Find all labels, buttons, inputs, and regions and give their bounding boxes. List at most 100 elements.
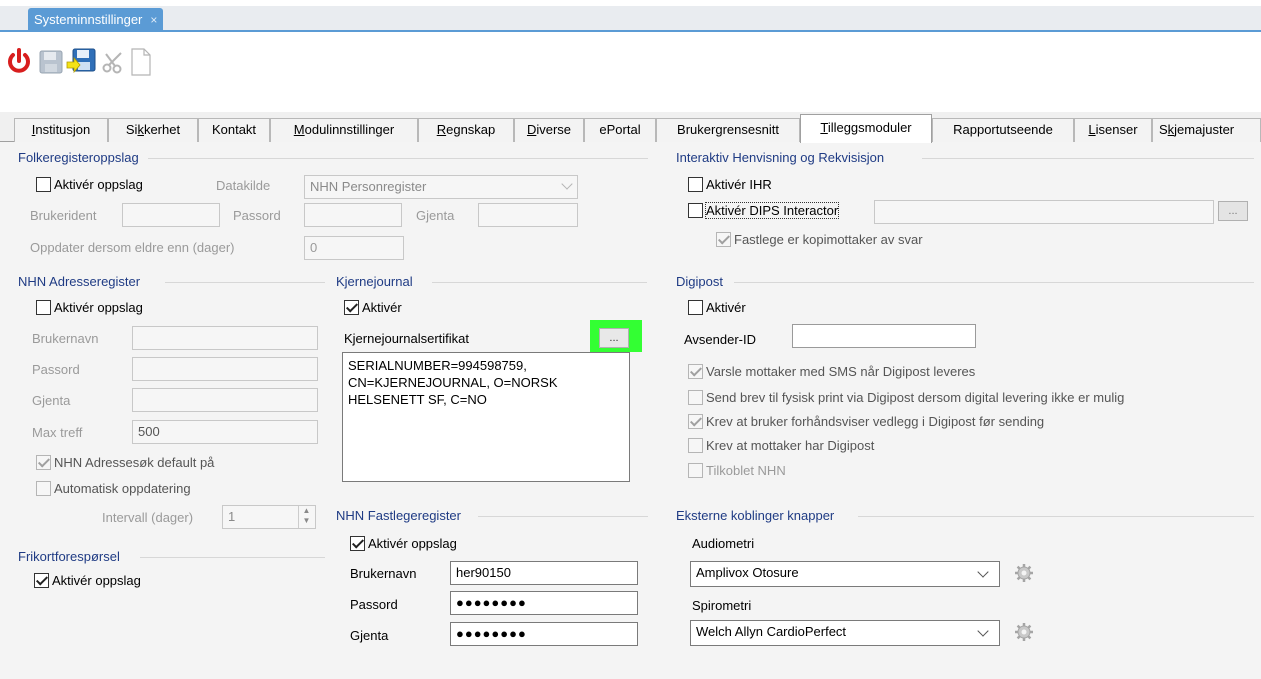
tab-rapportutseende[interactable]: Rapportutseende — [932, 118, 1074, 142]
checkbox-box[interactable] — [688, 177, 703, 192]
kjernejournal-aktiver-checkbox[interactable]: Aktivér — [344, 300, 402, 315]
brukerident-input[interactable] — [122, 203, 220, 227]
frikort-group-title: Frikortforespørsel — [18, 549, 120, 564]
new-document-button[interactable] — [126, 46, 156, 78]
adresse-gjenta-input[interactable] — [132, 388, 318, 412]
save-button[interactable] — [36, 46, 66, 78]
fastlege-brukernavn-input[interactable]: her90150 — [450, 561, 638, 585]
adresse-passord-input[interactable] — [132, 357, 318, 381]
intervall-label: Intervall (dager) — [102, 510, 194, 525]
checkbox-box[interactable] — [688, 364, 703, 379]
tab-modulinnstillinger[interactable]: Modulinnstillinger — [270, 118, 418, 142]
digipost-group-title: Digipost — [676, 274, 723, 289]
checkbox-box[interactable] — [350, 536, 365, 551]
tab-diverse[interactable]: Diverse — [514, 118, 584, 142]
fastlege-passord-input[interactable]: ●●●●●●●● — [450, 591, 638, 615]
tab-sikkerhet[interactable]: Sikkerhet — [108, 118, 198, 142]
dips-interactor-input[interactable] — [874, 200, 1214, 224]
adresse-aktiver-checkbox[interactable]: Aktivér oppslag — [36, 300, 143, 315]
tab-institusjon[interactable]: Institusjon — [14, 118, 108, 142]
checkbox-box[interactable] — [344, 300, 359, 315]
group-divider — [165, 282, 325, 283]
gjenta-label: Gjenta — [32, 393, 71, 408]
tab-tilleggsmoduler[interactable]: Tilleggsmoduler — [800, 114, 932, 143]
chevron-down-icon — [977, 625, 989, 637]
spirometri-select[interactable]: Welch Allyn CardioPerfect — [690, 620, 1000, 646]
frikort-aktiver-checkbox[interactable]: Aktivér oppslag — [34, 573, 141, 588]
document-tab[interactable]: Systeminnstillinger × — [28, 8, 164, 32]
gjenta-input[interactable] — [478, 203, 578, 227]
datakilde-value: NHN Personregister — [310, 179, 427, 194]
close-tab-icon[interactable]: × — [150, 8, 157, 32]
checkbox-box[interactable] — [36, 455, 51, 470]
kjernejournalsertifikat-label: Kjernejournalsertifikat — [344, 331, 470, 346]
brukernavn-label: Brukernavn — [32, 331, 99, 346]
power-icon — [8, 48, 30, 73]
aktiver-ihr-checkbox[interactable]: Aktivér IHR — [688, 177, 772, 192]
audiometri-value: Amplivox Otosure — [696, 565, 799, 580]
sertifikat-browse-button[interactable]: ... — [599, 328, 629, 348]
fastlege-kopimottaker-checkbox[interactable]: Fastlege er kopimottaker av svar — [716, 232, 923, 247]
adressesok-default-checkbox[interactable]: NHN Adressesøk default på — [36, 455, 214, 470]
checkbox-box[interactable] — [688, 438, 703, 453]
chevron-down-icon — [977, 566, 989, 578]
max-treff-input[interactable]: 500 — [132, 420, 318, 444]
dips-browse-button[interactable]: ... — [1218, 201, 1248, 221]
max-treff-label: Max treff — [32, 425, 83, 440]
save-close-button[interactable] — [66, 46, 96, 78]
adresse-brukernavn-input[interactable] — [132, 326, 318, 350]
checkbox-box[interactable] — [688, 390, 703, 405]
aktiver-dips-checkbox[interactable]: Aktivér DIPS Interactor — [688, 202, 840, 219]
checkbox-box[interactable] — [688, 300, 703, 315]
audiometri-gear-icon[interactable] — [1014, 563, 1034, 583]
sertifikat-textarea[interactable]: SERIALNUMBER=994598759, CN=KJERNEJOURNAL… — [342, 352, 630, 482]
checkbox-box[interactable] — [688, 463, 703, 478]
passord-input[interactable] — [304, 203, 402, 227]
automatisk-oppdatering-checkbox[interactable]: Automatisk oppdatering — [36, 481, 191, 496]
tab-lisenser[interactable]: Lisenser — [1074, 118, 1152, 142]
audiometri-select[interactable]: Amplivox Otosure — [690, 561, 1000, 587]
group-divider — [432, 282, 647, 283]
digipost-aktiver-checkbox[interactable]: Aktivér — [688, 300, 746, 315]
krev-forhandsvisning-checkbox[interactable]: Krev at bruker forhåndsviser vedlegg i D… — [688, 414, 1044, 429]
gear-icon — [1015, 564, 1033, 582]
tab-skjemajuster[interactable]: Skjemajuster — [1152, 118, 1261, 142]
datakilde-select[interactable]: NHN Personregister — [304, 175, 578, 199]
checkbox-box[interactable] — [36, 177, 51, 192]
tab-kontakt[interactable]: Kontakt — [198, 118, 270, 142]
tab-brukergrensesnitt[interactable]: Brukergrensesnitt — [656, 118, 800, 142]
kjernejournal-group-title: Kjernejournal — [336, 274, 413, 289]
settings-tabs: Institusjon Sikkerhet Kontakt Modulinnst… — [0, 112, 1261, 143]
krev-mottaker-digipost-checkbox[interactable]: Krev at mottaker har Digipost — [688, 438, 874, 453]
tab-regnskap[interactable]: Regnskap — [418, 118, 514, 142]
gear-icon — [1015, 623, 1033, 641]
checkbox-box[interactable] — [34, 573, 49, 588]
ihr-group-title: Interaktiv Henvisning og Rekvisisjon — [676, 150, 885, 165]
intervall-value: 1 — [228, 509, 236, 524]
tilkoblet-nhn-checkbox[interactable]: Tilkoblet NHN — [688, 463, 786, 478]
spinner-arrows-icon[interactable]: ▲ ▼ — [298, 506, 314, 528]
checkbox-box[interactable] — [688, 414, 703, 429]
checkbox-box[interactable] — [716, 232, 731, 247]
tab-eportal[interactable]: ePortal — [584, 118, 656, 142]
spirometri-gear-icon[interactable] — [1014, 622, 1034, 642]
oppdater-label: Oppdater dersom eldre enn (dager) — [30, 240, 235, 255]
passord-label: Passord — [32, 362, 80, 377]
checkbox-box[interactable] — [36, 481, 51, 496]
folkeregister-aktiver-checkbox[interactable]: Aktivér oppslag — [36, 177, 143, 192]
avsender-id-input[interactable] — [792, 324, 976, 348]
checkbox-box[interactable] — [688, 203, 703, 218]
oppdater-input[interactable]: 0 — [304, 236, 404, 260]
fastlege-aktiver-checkbox[interactable]: Aktivér oppslag — [350, 536, 457, 551]
fastlege-gjenta-input[interactable]: ●●●●●●●● — [450, 622, 638, 646]
eksterne-group-title: Eksterne koblinger knapper — [676, 508, 835, 523]
folkeregister-group-title: Folkeregisteroppslag — [18, 150, 139, 165]
send-brev-checkbox[interactable]: Send brev til fysisk print via Digipost … — [688, 390, 1124, 405]
varsle-sms-checkbox[interactable]: Varsle mottaker med SMS når Digipost lev… — [688, 364, 975, 379]
group-divider — [734, 282, 1254, 283]
spirometri-label: Spirometri — [692, 598, 752, 613]
checkbox-box[interactable] — [36, 300, 51, 315]
spirometri-value: Welch Allyn CardioPerfect — [696, 624, 847, 639]
cut-button[interactable] — [98, 46, 128, 78]
power-button[interactable] — [4, 46, 34, 78]
